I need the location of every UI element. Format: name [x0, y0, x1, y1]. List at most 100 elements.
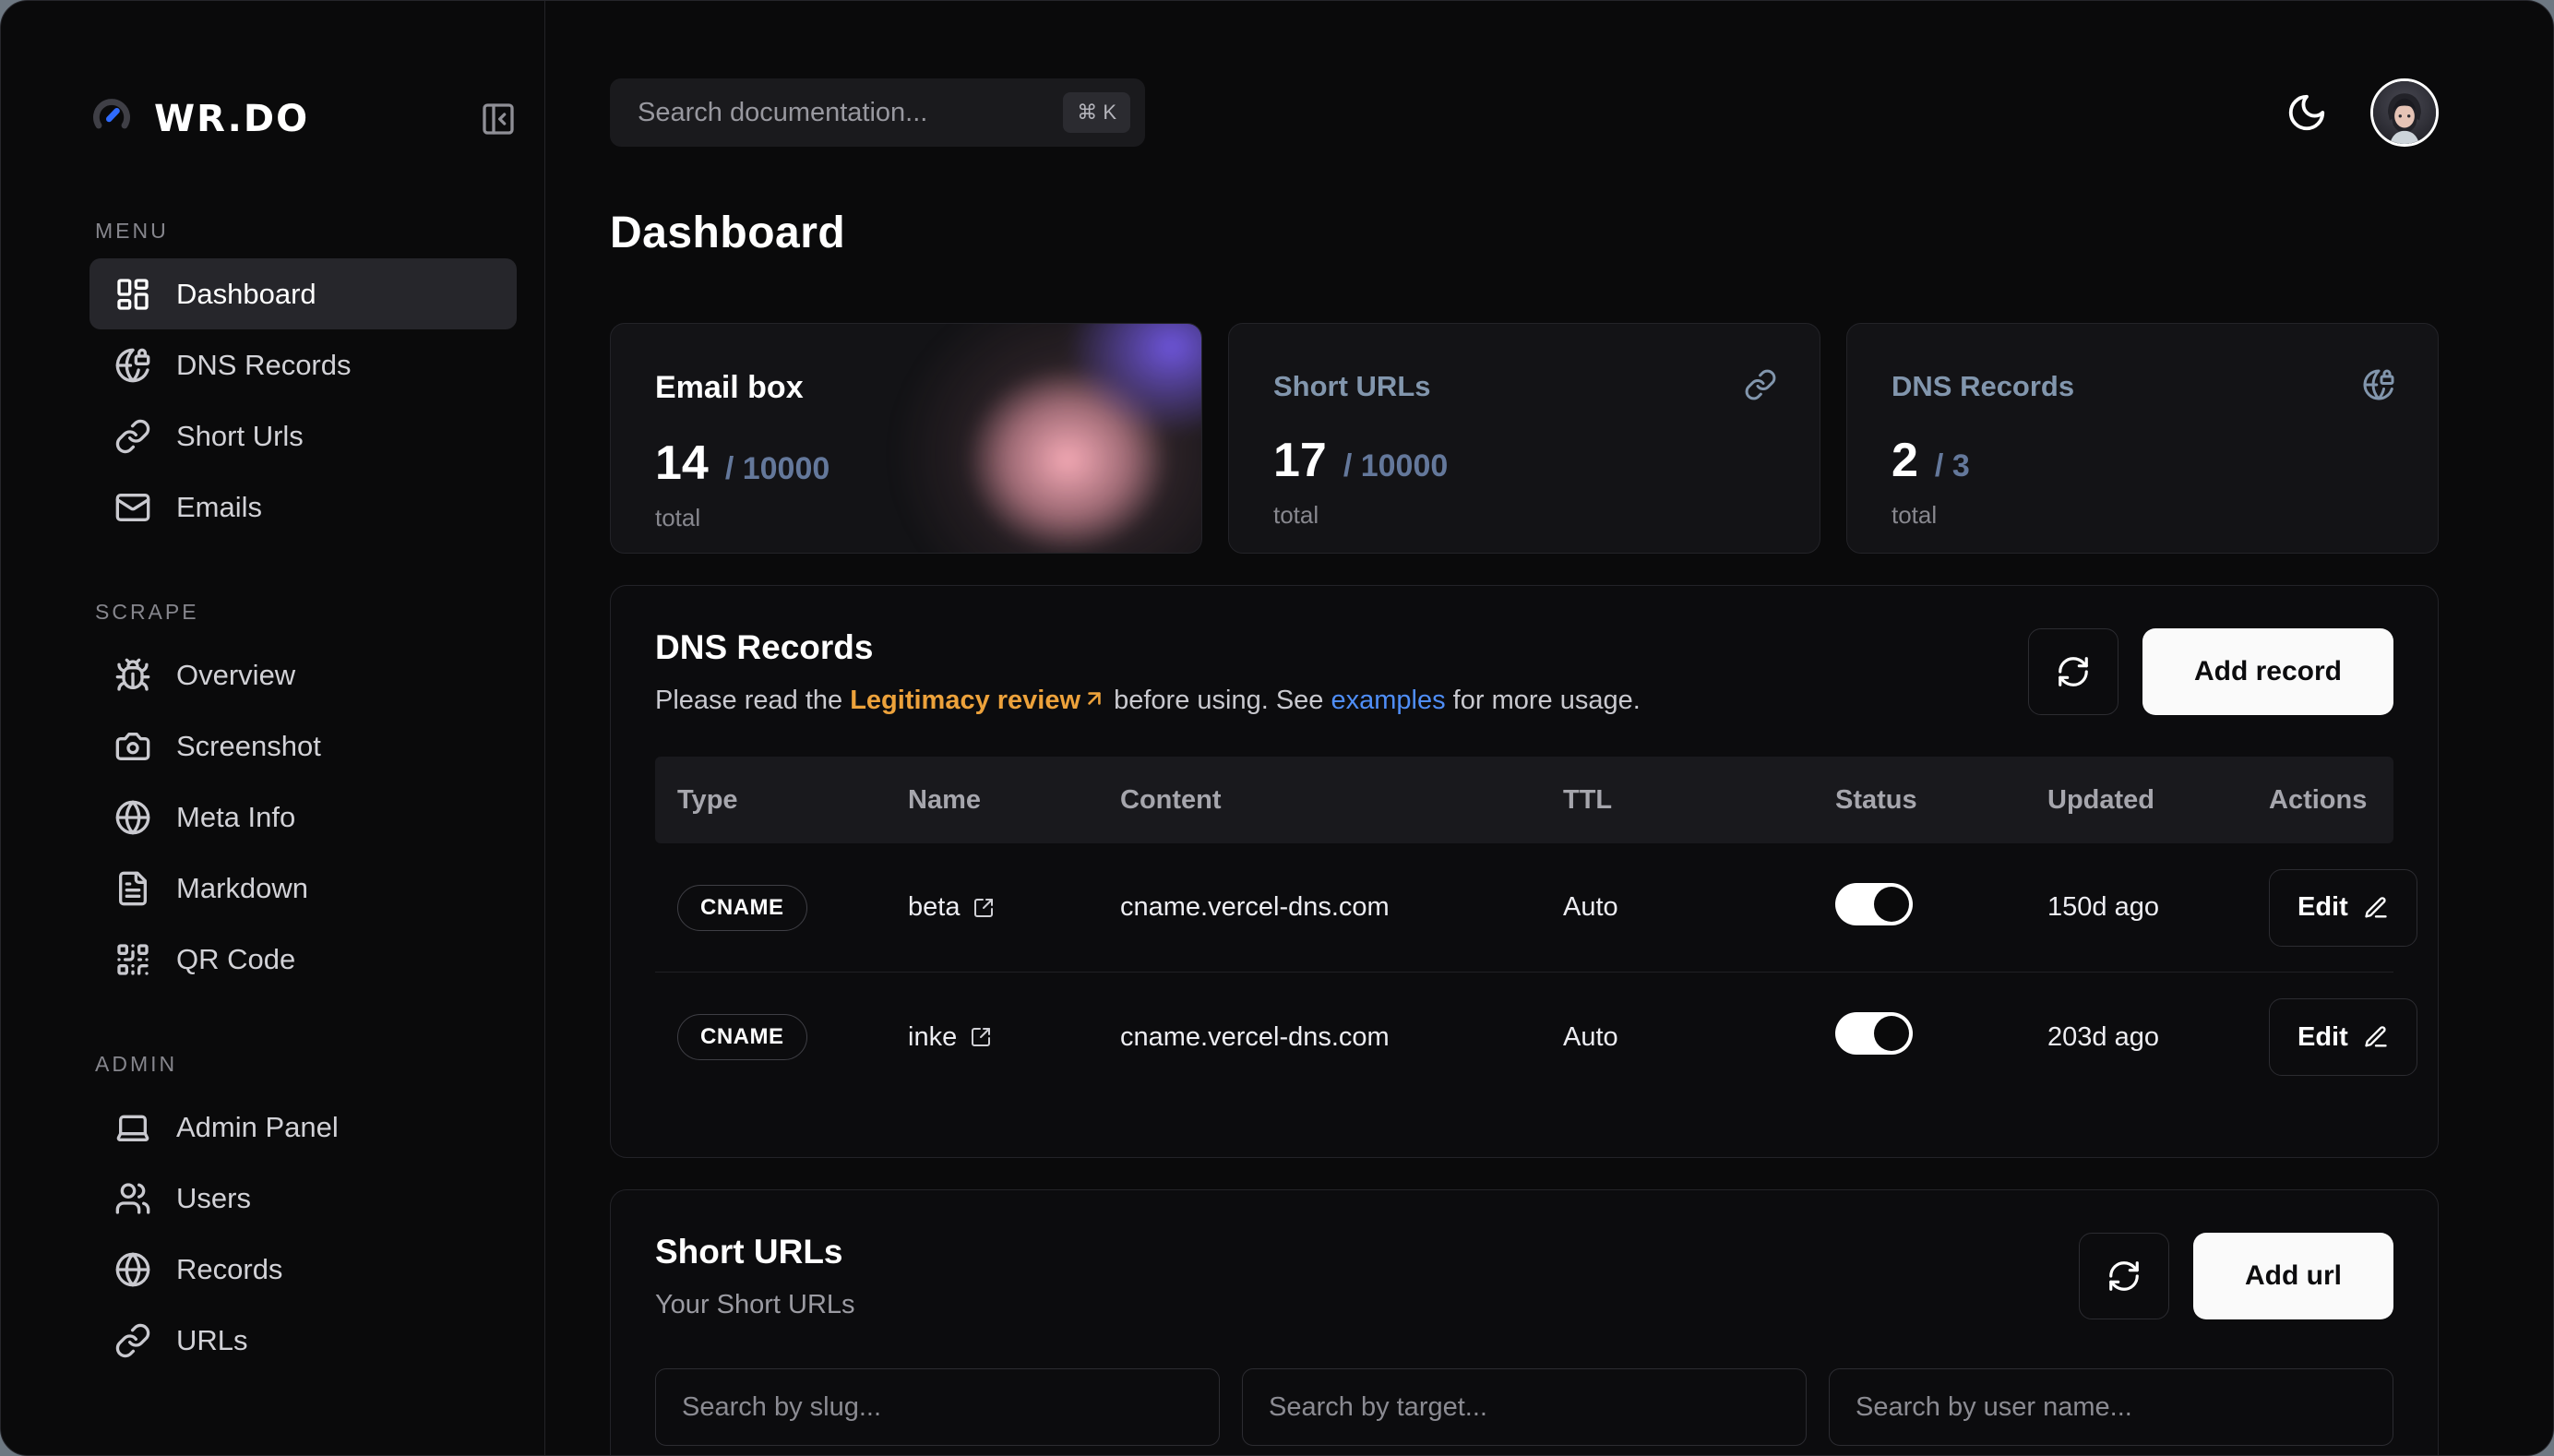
legitimacy-review-link[interactable]: Legitimacy review — [850, 686, 1106, 715]
sidebar-item-label: Admin Panel — [176, 1111, 339, 1144]
column-header-ttl: TTL — [1541, 785, 1813, 816]
sidebar-item-meta-info[interactable]: Meta Info — [90, 782, 517, 853]
sidebar-item-emails[interactable]: Emails — [90, 471, 517, 543]
desc-text: Please read the — [655, 686, 850, 715]
sidebar-item-dashboard[interactable]: Dashboard — [90, 258, 517, 329]
stat-card-short-urls: Short URLs 17 / 10000 total — [1228, 323, 1820, 554]
search-input[interactable] — [638, 98, 1063, 128]
dns-table-body: CNAMEbetacname.vercel-dns.comAuto150d ag… — [655, 843, 2393, 1102]
column-header-content: Content — [1098, 785, 1541, 816]
sidebar-item-label: Markdown — [176, 872, 308, 905]
layout-dashboard-icon — [114, 276, 151, 313]
sidebar-item-label: Meta Info — [176, 801, 295, 834]
sidebar-item-label: URLs — [176, 1324, 248, 1357]
sidebar-item-label: QR Code — [176, 943, 295, 976]
globe-lock-icon — [114, 347, 151, 384]
examples-link[interactable]: examples — [1331, 686, 1446, 715]
sidebar-item-label: DNS Records — [176, 349, 352, 382]
laptop-icon — [114, 1109, 151, 1146]
user-avatar[interactable] — [2370, 78, 2439, 147]
sidebar-item-label: Emails — [176, 491, 262, 524]
page-title: Dashboard — [610, 208, 2439, 258]
dns-panel-header: DNS Records Please read the Legitimacy r… — [655, 628, 2393, 716]
link-icon — [1744, 368, 1777, 401]
url-search-input-2[interactable] — [1829, 1368, 2393, 1446]
stat-card-title: Short URLs — [1273, 370, 1775, 403]
main-content: ⌘ K — [545, 1, 2553, 1455]
sidebar-item-qr-code[interactable]: QR Code — [90, 924, 517, 995]
record-status-toggle[interactable] — [1835, 1012, 1913, 1055]
search-box[interactable]: ⌘ K — [610, 78, 1145, 147]
sidebar-item-markdown[interactable]: Markdown — [90, 853, 517, 924]
search-shortcut-badge: ⌘ K — [1063, 92, 1130, 133]
record-external-link[interactable] — [973, 897, 995, 919]
panel-left-close-icon — [480, 101, 517, 137]
sidebar-item-admin-panel[interactable]: Admin Panel — [90, 1092, 517, 1163]
record-status-toggle[interactable] — [1835, 883, 1913, 925]
stat-card-limit: / 3 — [1935, 448, 1970, 484]
record-name: beta — [908, 892, 960, 923]
sidebar-item-records[interactable]: Records — [90, 1234, 517, 1305]
stat-card-dns-records: DNS Records 2 / 3 total — [1846, 323, 2439, 554]
sidebar: WR.DO MENU Dashboard DNS Records Short Urls… — [1, 1, 545, 1455]
pen-line-icon — [2363, 1024, 2389, 1050]
short-urls-subtitle: Your Short URLs — [655, 1290, 855, 1320]
record-edit-button[interactable]: Edit — [2269, 869, 2417, 947]
users-icon — [114, 1180, 151, 1217]
record-external-link[interactable] — [970, 1026, 992, 1048]
stat-card-value: 17 — [1273, 433, 1327, 488]
logo-row: WR.DO — [90, 77, 517, 161]
record-edit-button[interactable]: Edit — [2269, 998, 2417, 1076]
theme-toggle-button[interactable] — [2285, 91, 2328, 134]
external-link-icon — [973, 897, 995, 919]
column-header-status: Status — [1813, 785, 2025, 816]
sidebar-item-urls[interactable]: URLs — [90, 1305, 517, 1376]
gauge-logo-icon — [90, 95, 134, 144]
url-search-input-0[interactable] — [655, 1368, 1220, 1446]
bug-icon — [114, 657, 151, 694]
urls-refresh-button[interactable] — [2079, 1233, 2169, 1319]
pen-line-icon — [2363, 895, 2389, 921]
short-urls-panel: Short URLs Your Short URLs Add url — [610, 1189, 2439, 1456]
refresh-icon — [2106, 1259, 2142, 1294]
add-record-button[interactable]: Add record — [2142, 628, 2393, 715]
dns-panel-title: DNS Records — [655, 628, 1641, 667]
topbar-right — [2285, 78, 2439, 147]
record-content: cname.vercel-dns.com — [1098, 1022, 1541, 1053]
dns-records-table: TypeNameContentTTLStatusUpdatedActions C… — [655, 757, 2393, 1102]
url-search-input-1[interactable] — [1242, 1368, 1807, 1446]
sidebar-item-screenshot[interactable]: Screenshot — [90, 710, 517, 782]
sidebar-item-users[interactable]: Users — [90, 1163, 517, 1234]
sidebar-item-label: Records — [176, 1253, 282, 1286]
dns-panel-description: Please read the Legitimacy review before… — [655, 686, 1641, 716]
stat-card-value: 2 — [1892, 433, 1918, 488]
dns-records-panel: DNS Records Please read the Legitimacy r… — [610, 585, 2439, 1158]
desc-text: before using. See — [1106, 686, 1331, 715]
globe-icon — [114, 1251, 151, 1288]
sidebar-item-label: Screenshot — [176, 730, 321, 763]
stat-card-icon — [2362, 368, 2395, 406]
topbar: ⌘ K — [610, 78, 2439, 147]
sidebar-collapse-button[interactable] — [480, 101, 517, 137]
file-text-icon — [114, 870, 151, 907]
short-urls-actions: Add url — [2079, 1233, 2393, 1319]
dns-refresh-button[interactable] — [2028, 628, 2118, 715]
sidebar-item-label: Users — [176, 1182, 251, 1215]
dns-record-row: CNAMEbetacname.vercel-dns.comAuto150d ag… — [655, 843, 2393, 973]
sidebar-section-label-menu: MENU — [95, 219, 517, 244]
stat-card-limit: / 10000 — [1343, 448, 1448, 484]
globe-icon — [114, 799, 151, 836]
stat-card-caption: total — [1892, 501, 2393, 530]
stat-card-title: DNS Records — [1892, 370, 2393, 403]
stat-card-value: 14 — [655, 436, 709, 491]
camera-icon — [114, 728, 151, 765]
short-urls-header: Short URLs Your Short URLs Add url — [655, 1233, 2393, 1320]
link-icon — [114, 1322, 151, 1359]
sidebar-item-overview[interactable]: Overview — [90, 639, 517, 710]
add-url-button[interactable]: Add url — [2193, 1233, 2393, 1319]
sidebar-item-dns-records[interactable]: DNS Records — [90, 329, 517, 400]
dns-panel-actions: Add record — [2028, 628, 2393, 715]
short-urls-title: Short URLs — [655, 1233, 855, 1271]
sidebar-item-short-urls[interactable]: Short Urls — [90, 400, 517, 471]
stat-card-caption: total — [1273, 501, 1775, 530]
